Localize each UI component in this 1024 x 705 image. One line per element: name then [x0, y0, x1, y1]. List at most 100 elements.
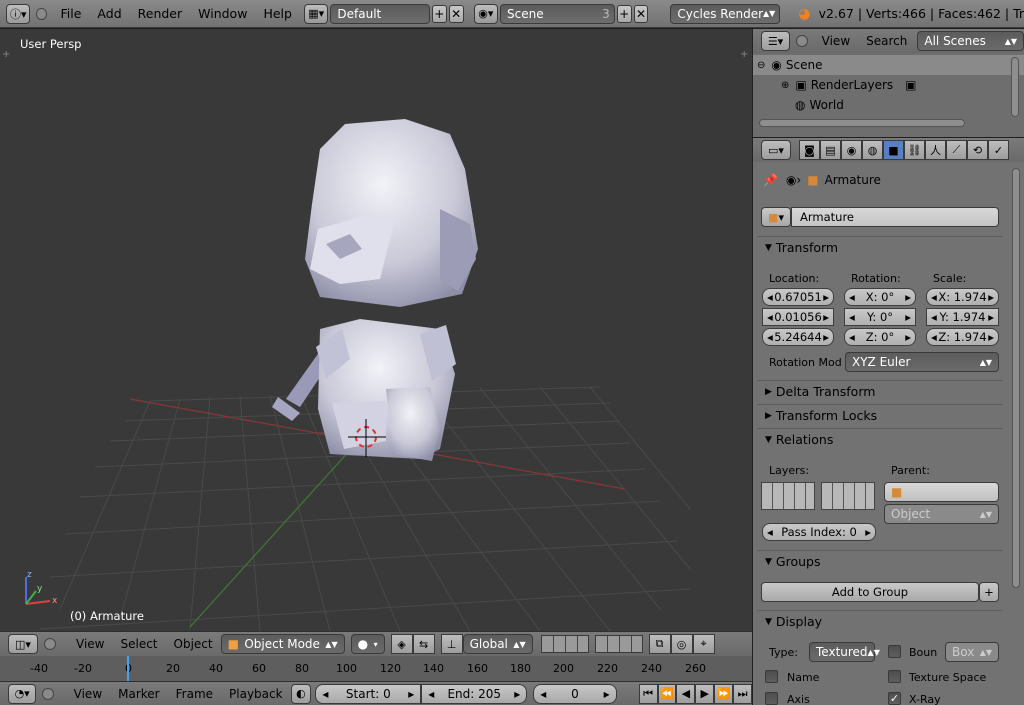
- render-engine-select[interactable]: Cycles Render ▲▼: [670, 3, 781, 24]
- outliner-item-renderlayers[interactable]: ⊕ ▣ RenderLayers ▣: [753, 75, 1024, 95]
- 3d-viewport[interactable]: z x y User Persp (0) Armature + +: [0, 29, 752, 631]
- timeline-menu-playback[interactable]: Playback: [221, 687, 291, 701]
- play-icon[interactable]: ▶: [695, 683, 715, 704]
- collapse-menu-icon[interactable]: [36, 7, 47, 20]
- panel-header-transform[interactable]: ▼ Transform: [757, 236, 1003, 258]
- scene-field[interactable]: Scene 3: [500, 3, 615, 24]
- menu-help[interactable]: Help: [255, 6, 300, 21]
- tab-bone-constraints-icon[interactable]: ⟲: [967, 140, 988, 160]
- end-frame-field[interactable]: ◂ End: 205 ▸: [421, 683, 528, 704]
- outliner-collapse-icon[interactable]: [796, 35, 808, 47]
- scale-z-field[interactable]: ◂ Z: 1.974 ▸: [926, 328, 999, 346]
- timeline-ruler[interactable]: -40 -20 0 20 40 60 80 100 120 140 160 18…: [0, 656, 752, 681]
- panel-header-delta-transform[interactable]: ▶ Delta Transform: [757, 380, 1003, 402]
- panel-header-relations[interactable]: ▼ Relations: [757, 428, 1003, 450]
- tab-physics-icon[interactable]: ✓: [988, 140, 1009, 160]
- current-frame-field[interactable]: ◂ 0 ▸: [533, 683, 617, 704]
- editor-type-button[interactable]: ◫▾: [8, 634, 38, 654]
- timeline-collapse-icon[interactable]: [42, 687, 54, 700]
- outliner-editor[interactable]: ☰▾ View Search All Scenes ▲▼ ⊖ ◉ Scene ⊕ …: [753, 29, 1024, 137]
- location-y-field[interactable]: ◂ 0.01056 ▸: [762, 308, 834, 326]
- menu-file[interactable]: File: [53, 6, 90, 21]
- display-type-select[interactable]: Textured ▲▼: [809, 642, 880, 662]
- bounds-checkbox[interactable]: [888, 645, 901, 658]
- collapse-icon[interactable]: ⊖: [757, 60, 765, 71]
- transform-orientation-select[interactable]: Global ▲▼: [462, 634, 533, 654]
- toolshelf-toggle-icon[interactable]: +: [2, 49, 10, 60]
- scene-layers-grid-b[interactable]: [594, 635, 643, 653]
- transform-manipulator-icon[interactable]: ⊥: [440, 634, 463, 654]
- properties-vertical-scrollbar[interactable]: [1012, 168, 1020, 588]
- tab-scene-icon[interactable]: ◉: [841, 140, 862, 160]
- menu-add[interactable]: Add: [89, 6, 129, 21]
- renderlayer-toggle-icon[interactable]: ▣: [905, 78, 916, 92]
- rotation-z-field[interactable]: ◂ Z: 0° ▸: [844, 328, 916, 346]
- jump-start-icon[interactable]: ⏮: [638, 683, 658, 704]
- timeline-editor-type-button[interactable]: ◔▾: [8, 683, 37, 704]
- add-scene-button[interactable]: +: [616, 4, 632, 23]
- current-frame-marker[interactable]: [127, 656, 129, 681]
- manipulator-toggle-icon[interactable]: ⇆: [412, 634, 435, 654]
- menu-render[interactable]: Render: [130, 6, 191, 21]
- screen-layout-field[interactable]: Default: [330, 3, 430, 24]
- pivot-point-icon[interactable]: ◈: [390, 634, 413, 654]
- location-x-field[interactable]: ◂ 0.67051 ▸: [762, 288, 834, 306]
- menu-window[interactable]: Window: [190, 6, 255, 21]
- timeline-menu-view[interactable]: View: [66, 687, 110, 701]
- object-layers-grid-a[interactable]: [761, 482, 815, 510]
- play-reverse-icon[interactable]: ◀: [676, 683, 696, 704]
- axis-checkbox[interactable]: [765, 692, 778, 705]
- scene-layers-grid-a[interactable]: [540, 635, 589, 653]
- object-browse-button[interactable]: ■ ▾: [761, 207, 791, 227]
- start-frame-field[interactable]: ◂ Start: 0 ▸: [315, 683, 422, 704]
- object-name-field[interactable]: Armature: [791, 207, 999, 227]
- properties-editor[interactable]: ▭▾ ◙ ▤ ◉ ◍ ■ ⛓ 人 ⟋ ⟲ ✓ 📌 ◉› ■ Armature ■…: [753, 138, 1024, 705]
- timeline-menu-marker[interactable]: Marker: [110, 687, 167, 701]
- jump-keyframe-forward-icon[interactable]: ⏩: [714, 683, 734, 704]
- panel-header-display[interactable]: ▼ Display: [757, 610, 1003, 632]
- outliner-item-scene[interactable]: ⊖ ◉ Scene: [753, 55, 1024, 75]
- tab-bone-icon[interactable]: ⟋: [946, 140, 967, 160]
- delete-screen-button[interactable]: ✕: [448, 4, 464, 23]
- outliner-item-world[interactable]: ◍ World: [753, 95, 1024, 115]
- tab-world-icon[interactable]: ◍: [862, 140, 883, 160]
- xray-checkbox[interactable]: ✓: [888, 692, 901, 705]
- tab-object-icon[interactable]: ■: [883, 140, 904, 160]
- outliner-vertical-scrollbar[interactable]: [1011, 57, 1019, 117]
- armature-robot-model[interactable]: [272, 119, 478, 461]
- scale-x-field[interactable]: ◂ X: 1.974 ▸: [926, 288, 999, 306]
- interaction-mode-select[interactable]: ■ Object Mode ▲▼: [220, 634, 345, 654]
- tab-armature-icon[interactable]: 人: [925, 140, 946, 160]
- header-collapse-icon[interactable]: [44, 638, 56, 650]
- name-checkbox[interactable]: [765, 670, 778, 683]
- bounds-type-select[interactable]: Box ▲▼: [945, 642, 999, 662]
- add-screen-button[interactable]: +: [431, 4, 447, 23]
- add-group-plus-button[interactable]: +: [979, 582, 999, 602]
- use-preview-range-icon[interactable]: ◐: [290, 683, 312, 704]
- viewport-menu-select[interactable]: Select: [112, 637, 165, 651]
- viewport-shading-select[interactable]: ● ▾: [350, 634, 385, 654]
- outliner-display-mode-select[interactable]: All Scenes ▲▼: [917, 31, 1024, 51]
- screen-layout-icon[interactable]: ▦▾: [303, 3, 329, 24]
- scene-icon[interactable]: ◉▾: [473, 3, 499, 24]
- outliner-menu-search[interactable]: Search: [858, 34, 915, 48]
- snap-icon[interactable]: ⌖: [692, 634, 715, 654]
- outliner-editor-type-button[interactable]: ☰▾: [761, 31, 791, 51]
- rotation-y-field[interactable]: ◂ Y: 0° ▸: [844, 308, 916, 326]
- pin-icon[interactable]: 📌: [763, 173, 778, 187]
- jump-keyframe-back-icon[interactable]: ⏪: [657, 683, 677, 704]
- outliner-menu-view[interactable]: View: [814, 34, 858, 48]
- rotation-mode-select[interactable]: XYZ Euler ▲▼: [845, 352, 999, 372]
- properties-toggle-icon[interactable]: +: [740, 49, 748, 60]
- scale-y-field[interactable]: ◂ Y: 1.974 ▸: [926, 308, 999, 326]
- location-z-field[interactable]: ◂ 5.24644 ▸: [762, 328, 834, 346]
- pass-index-field[interactable]: ◂ Pass Index: 0 ▸: [762, 523, 876, 541]
- object-layers-grid-b[interactable]: [821, 482, 875, 510]
- properties-editor-type-button[interactable]: ▭▾: [761, 140, 791, 160]
- timeline-menu-frame[interactable]: Frame: [168, 687, 221, 701]
- panel-header-groups[interactable]: ▼ Groups: [757, 550, 1003, 572]
- parent-type-select[interactable]: Object ▲▼: [884, 504, 999, 524]
- rotation-x-field[interactable]: ◂ X: 0° ▸: [844, 288, 916, 306]
- parent-object-field[interactable]: ■: [884, 482, 999, 502]
- tab-constraints-icon[interactable]: ⛓: [904, 140, 925, 160]
